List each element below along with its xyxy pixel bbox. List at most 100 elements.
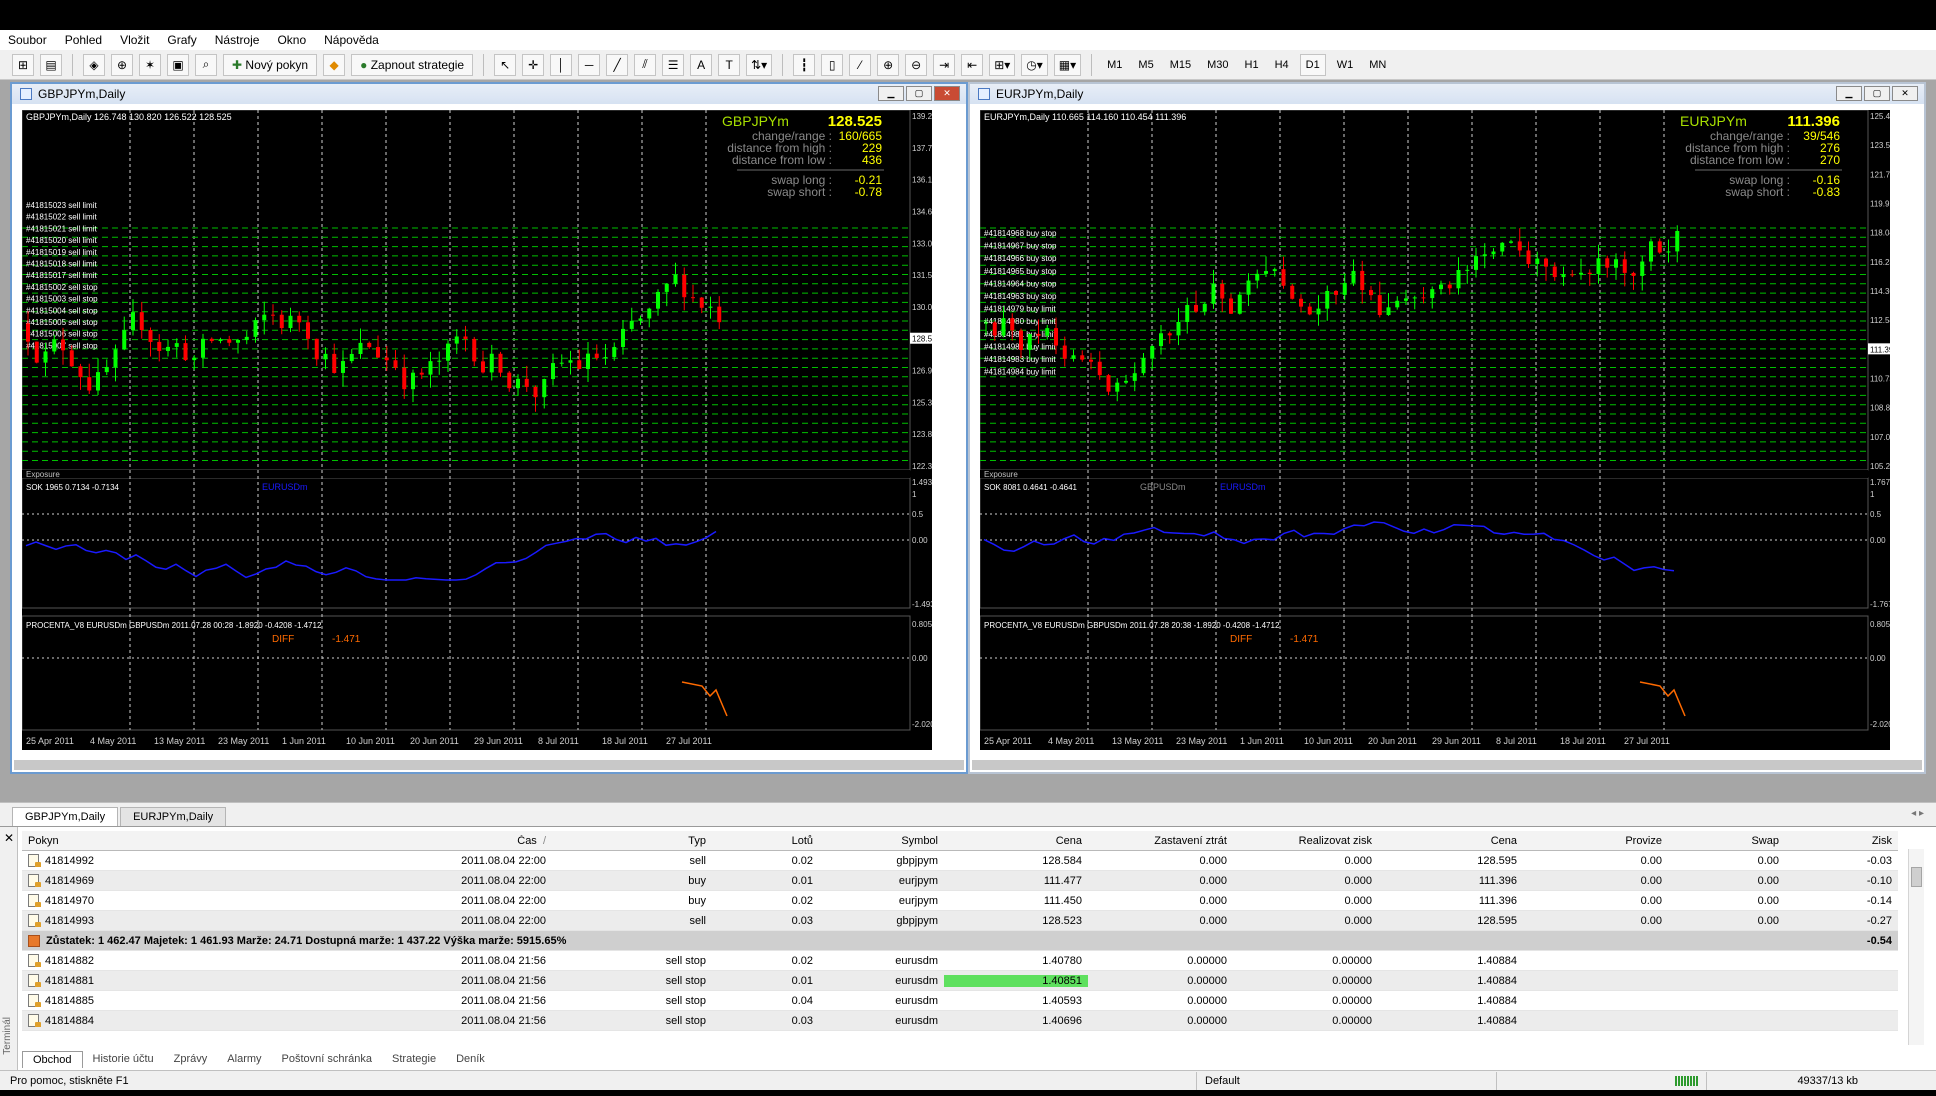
- column-header-time[interactable]: Čas /: [200, 835, 552, 847]
- price-chart-svg[interactable]: Exposure 25 Apr 2011 4 May 2011 13 May 2011…: [22, 110, 932, 750]
- new-order-button[interactable]: ✚ Nový pokyn: [223, 53, 318, 76]
- trendline-tool[interactable]: ╱: [606, 53, 629, 76]
- timeframe-m15[interactable]: M15: [1165, 54, 1196, 76]
- chart-title-bar[interactable]: EURJPYm,Daily ▁ ▢ ✕: [970, 84, 1924, 104]
- order-profit: -0.14: [1866, 894, 1892, 907]
- close-icon[interactable]: ✕: [4, 831, 14, 845]
- status-profile[interactable]: Default: [1196, 1071, 1496, 1090]
- order-lots: 0.01: [791, 874, 813, 887]
- table-row[interactable]: 41814882 2011.08.04 21:56 sell stop 0.02…: [22, 951, 1898, 971]
- chart-window-gbpjpym[interactable]: GBPJPYm,Daily ▁ ▢ ✕ Exposure 25 Apr 2011 4…: [10, 82, 968, 774]
- tab-alerts[interactable]: Alarmy: [217, 1051, 271, 1067]
- crosshair-tool[interactable]: ✛: [522, 53, 545, 76]
- autoscroll-button[interactable]: ⇥: [933, 53, 956, 76]
- table-row[interactable]: 41814993 2011.08.04 22:00 sell 0.03 gbpj…: [22, 911, 1898, 931]
- zoom-in-button[interactable]: ⊕: [877, 53, 900, 76]
- tab-news[interactable]: Zprávy: [164, 1051, 218, 1067]
- timeframe-d1[interactable]: D1: [1299, 53, 1326, 76]
- bar-chart-button[interactable]: ┇: [793, 53, 816, 76]
- minimize-button[interactable]: ▁: [878, 86, 904, 101]
- chart-title-bar[interactable]: GBPJPYm,Daily ▁ ▢ ✕: [12, 84, 966, 104]
- table-row[interactable]: 41814881 2011.08.04 21:56 sell stop 0.01…: [22, 971, 1898, 991]
- candle-body: [174, 343, 179, 347]
- column-header-swap[interactable]: Swap: [1668, 835, 1785, 847]
- line-chart-button[interactable]: ⁄: [849, 53, 872, 76]
- market-watch-button[interactable]: ◈: [83, 53, 105, 76]
- tab-trade[interactable]: Obchod: [22, 1050, 83, 1068]
- maximize-button[interactable]: ▢: [1864, 86, 1890, 101]
- periods-button[interactable]: ◷▾: [1021, 53, 1048, 76]
- table-row[interactable]: 41814992 2011.08.04 22:00 sell 0.02 gbpj…: [22, 851, 1898, 871]
- close-button[interactable]: ✕: [1892, 86, 1918, 101]
- maximize-button[interactable]: ▢: [906, 86, 932, 101]
- indicators-button[interactable]: ⊞▾: [989, 53, 1016, 76]
- menu-window[interactable]: Okno: [277, 33, 306, 47]
- diff-label: DIFF: [272, 634, 294, 645]
- tab-mailbox[interactable]: Poštovní schránka: [272, 1051, 383, 1067]
- chart-tab-gbpjpym[interactable]: GBPJPYm,Daily: [12, 807, 119, 826]
- data-window-button[interactable]: ⊕: [111, 53, 133, 76]
- menu-tools[interactable]: Nástroje: [215, 33, 260, 47]
- menu-help[interactable]: Nápověda: [324, 33, 379, 47]
- menu-view[interactable]: Pohled: [65, 33, 102, 47]
- chart-shift-button[interactable]: ⇤: [961, 53, 984, 76]
- column-header-profit[interactable]: Zisk: [1785, 835, 1898, 847]
- column-header-price[interactable]: Cena: [944, 835, 1088, 847]
- timeframe-m5[interactable]: M5: [1133, 54, 1158, 76]
- candle-chart-button[interactable]: ▯: [821, 53, 844, 76]
- column-header-order[interactable]: Pokyn: [22, 835, 200, 847]
- menu-insert[interactable]: Vložit: [120, 33, 149, 47]
- start-strategies-button[interactable]: ● Zapnout strategie: [351, 53, 474, 76]
- tab-account-history[interactable]: Historie účtu: [83, 1051, 164, 1067]
- menu-charts[interactable]: Grafy: [167, 33, 196, 47]
- timeframe-m30[interactable]: M30: [1202, 54, 1233, 76]
- horizontal-line-tool[interactable]: ─: [578, 53, 601, 76]
- column-header-take-profit[interactable]: Realizovat zisk: [1233, 835, 1378, 847]
- tab-experts[interactable]: Strategie: [382, 1051, 446, 1067]
- arrows-tool[interactable]: ⇅▾: [746, 53, 773, 76]
- chart-canvas[interactable]: Exposure 25 Apr 2011 4 May 2011 13 May 2011…: [980, 110, 1890, 750]
- profiles-button[interactable]: ▤: [40, 53, 62, 76]
- column-header-type[interactable]: Typ: [552, 835, 712, 847]
- timeframe-h4[interactable]: H4: [1270, 54, 1294, 76]
- timeframe-mn[interactable]: MN: [1364, 54, 1391, 76]
- timeframe-h1[interactable]: H1: [1240, 54, 1264, 76]
- timeframe-w1[interactable]: W1: [1332, 54, 1359, 76]
- minimize-button[interactable]: ▁: [1836, 86, 1862, 101]
- column-header-commission[interactable]: Provize: [1523, 835, 1668, 847]
- column-header-lots[interactable]: Lotů: [712, 835, 819, 847]
- tab-scroll-arrows[interactable]: ◂ ▸: [1911, 808, 1924, 819]
- label-tool[interactable]: T: [718, 53, 741, 76]
- column-header-current-price[interactable]: Cena: [1378, 835, 1523, 847]
- column-header-stop-loss[interactable]: Zastavení ztrát: [1088, 835, 1233, 847]
- current-price-label: 111.396: [1787, 113, 1840, 130]
- new-chart-button[interactable]: ⊞: [12, 53, 34, 76]
- zoom-out-button[interactable]: ⊖: [905, 53, 928, 76]
- order-label: #41815017 sell limit: [26, 271, 97, 280]
- table-scrollbar[interactable]: [1908, 849, 1924, 1045]
- terminal-button[interactable]: ▣: [167, 53, 189, 76]
- tab-journal[interactable]: Deník: [446, 1051, 495, 1067]
- scrollbar-thumb[interactable]: [1911, 867, 1922, 887]
- fibo-tool[interactable]: ☰: [662, 53, 685, 76]
- cursor-tool[interactable]: ↖: [494, 53, 517, 76]
- close-button[interactable]: ✕: [934, 86, 960, 101]
- table-row[interactable]: 41814970 2011.08.04 22:00 buy 0.02 eurjp…: [22, 891, 1898, 911]
- price-chart-svg[interactable]: Exposure 25 Apr 2011 4 May 2011 13 May 2011…: [980, 110, 1890, 750]
- tester-button[interactable]: ⌕: [195, 53, 217, 76]
- menu-file[interactable]: Soubor: [8, 33, 47, 47]
- table-row[interactable]: 41814884 2011.08.04 21:56 sell stop 0.03…: [22, 1011, 1898, 1031]
- text-tool[interactable]: A: [690, 53, 713, 76]
- chart-tab-eurjpym[interactable]: EURJPYm,Daily: [120, 807, 227, 826]
- navigator-button[interactable]: ✶: [139, 53, 161, 76]
- chart-window-eurjpym[interactable]: EURJPYm,Daily ▁ ▢ ✕ Exposure 25 Apr 2011 4…: [968, 82, 1926, 774]
- templates-button[interactable]: ▦▾: [1053, 53, 1082, 76]
- chart-canvas[interactable]: Exposure 25 Apr 2011 4 May 2011 13 May 2011…: [22, 110, 932, 750]
- vertical-line-tool[interactable]: │: [550, 53, 573, 76]
- table-row[interactable]: 41814885 2011.08.04 21:56 sell stop 0.04…: [22, 991, 1898, 1011]
- column-header-symbol[interactable]: Symbol: [819, 835, 944, 847]
- timeframe-m1[interactable]: M1: [1102, 54, 1127, 76]
- channel-tool[interactable]: ⫽: [634, 53, 657, 76]
- meta-editor-button[interactable]: ◆: [323, 53, 346, 76]
- table-row[interactable]: 41814969 2011.08.04 22:00 buy 0.01 eurjp…: [22, 871, 1898, 891]
